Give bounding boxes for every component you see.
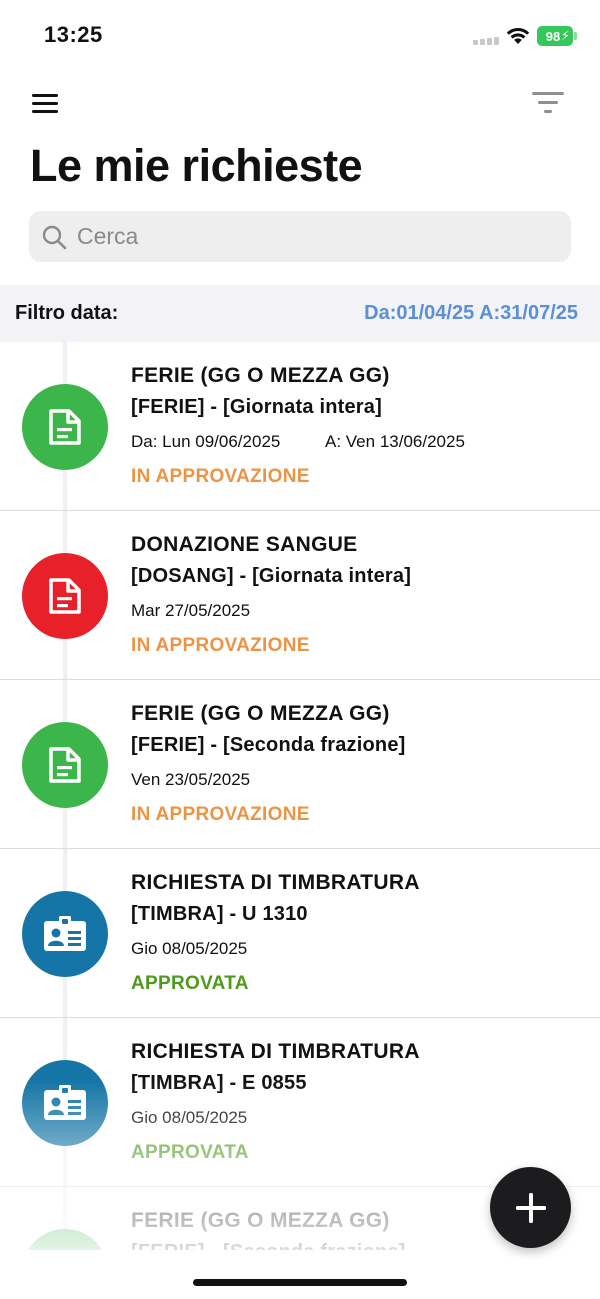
request-title: RICHIESTA DI TIMBRATURA [131, 871, 420, 894]
screen: 13:25 98 ⚡ Le mie richieste Filtro dat [0, 0, 600, 1299]
wifi-icon [506, 27, 530, 44]
date-filter-bar: Filtro data: Da:01/04/25 A:31/07/25 [0, 285, 600, 342]
request-subtitle: [FERIE] - [Giornata intera] [131, 396, 382, 418]
add-request-button[interactable] [490, 1167, 571, 1248]
request-item[interactable]: FERIE (GG O MEZZA GG) [FERIE] - [Seconda… [0, 680, 600, 849]
request-title: DONAZIONE SANGUE [131, 533, 358, 556]
requests-list: FERIE (GG O MEZZA GG) [FERIE] - [Giornat… [0, 342, 600, 1250]
request-title: FERIE (GG O MEZZA GG) [131, 364, 390, 387]
document-icon [49, 409, 81, 445]
status-bar: 13:25 98 ⚡ [0, 0, 600, 72]
request-date-to: A: Ven 13/06/2025 [325, 432, 465, 451]
request-status: APPROVATA [131, 1142, 249, 1163]
cellular-signal-icon [473, 37, 499, 45]
search-icon [42, 225, 67, 249]
filter-icon[interactable] [530, 90, 566, 116]
request-subtitle: [DOSANG] - [Giornata intera] [131, 565, 412, 587]
request-icon-circle [22, 891, 108, 977]
request-icon-circle [22, 1229, 108, 1250]
request-title: FERIE (GG O MEZZA GG) [131, 702, 390, 725]
request-title: FERIE (GG O MEZZA GG) [131, 1209, 390, 1232]
request-item[interactable]: DONAZIONE SANGUE [DOSANG] - [Giornata in… [0, 511, 600, 680]
document-icon [49, 747, 81, 783]
battery-indicator: 98 ⚡ [537, 26, 577, 46]
request-item[interactable]: FERIE (GG O MEZZA GG) [FERIE] - [Giornat… [0, 342, 600, 511]
request-icon-circle [22, 722, 108, 808]
search-bar[interactable] [29, 211, 571, 262]
status-time: 13:25 [44, 22, 103, 47]
document-icon [49, 578, 81, 614]
request-subtitle: [TIMBRA] - E 0855 [131, 1072, 307, 1094]
request-item[interactable]: RICHIESTA DI TIMBRATURA [TIMBRA] - U 131… [0, 849, 600, 1018]
id-card-icon [44, 916, 86, 951]
id-card-icon [44, 1085, 86, 1120]
page-title: Le mie richieste [30, 140, 363, 191]
request-subtitle: [FERIE] - [Seconda frazione] [131, 734, 406, 756]
request-item[interactable]: RICHIESTA DI TIMBRATURA [TIMBRA] - E 085… [0, 1018, 600, 1187]
filter-label: Filtro data: [15, 302, 119, 324]
menu-icon[interactable] [32, 92, 60, 114]
request-date: Ven 23/05/2025 [131, 770, 251, 789]
request-date: Da: Lun 09/06/2025 [131, 432, 281, 451]
request-status: IN APPROVAZIONE [131, 635, 310, 656]
charging-bolt-icon: ⚡ [560, 28, 570, 43]
battery-level: 98 [545, 28, 561, 44]
request-subtitle: [FERIE] - [Seconda frazione] [131, 1241, 406, 1250]
request-status: IN APPROVAZIONE [131, 804, 310, 825]
request-icon-circle [22, 1060, 108, 1146]
request-subtitle: [TIMBRA] - U 1310 [131, 903, 308, 925]
filter-date-range[interactable]: Da:01/04/25 A:31/07/25 [364, 302, 578, 325]
bottom-safe-area [0, 1250, 600, 1299]
request-icon-circle [22, 384, 108, 470]
request-date: Mar 27/05/2025 [131, 601, 251, 620]
search-input[interactable] [77, 223, 537, 250]
request-icon-circle [22, 553, 108, 639]
request-title: RICHIESTA DI TIMBRATURA [131, 1040, 420, 1063]
home-indicator [193, 1279, 407, 1286]
request-status: APPROVATA [131, 973, 249, 994]
request-date: Gio 08/05/2025 [131, 1108, 248, 1127]
plus-icon [515, 1192, 546, 1223]
request-status: IN APPROVAZIONE [131, 466, 310, 487]
request-date: Gio 08/05/2025 [131, 939, 248, 958]
